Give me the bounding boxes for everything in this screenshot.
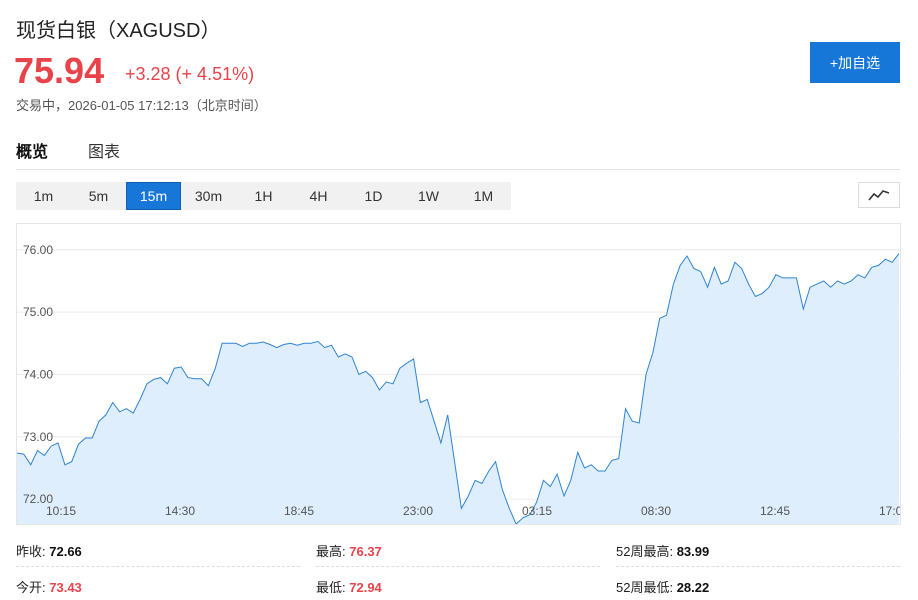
x-tick-label: 14:30	[165, 504, 195, 518]
timeframe-30m[interactable]: 30m	[181, 182, 236, 210]
timeframe-1d[interactable]: 1D	[346, 182, 401, 210]
stat-52wk-low: 52周最低: 28.22	[616, 580, 710, 595]
tab-overview[interactable]: 概览	[16, 138, 48, 162]
stat-52wk-high: 52周最高: 83.99	[616, 544, 710, 559]
stat-low: 最低: 72.94	[316, 580, 382, 595]
y-tick-label: 75.00	[23, 305, 53, 319]
stats-divider	[16, 566, 300, 567]
tab-chart[interactable]: 图表	[88, 138, 120, 162]
trade-status-time: 交易中，2026-01-05 17:12:13（北京时间）	[16, 98, 267, 113]
timeframe-selector: 1m 5m 15m 30m 1H 4H 1D 1W 1M	[16, 182, 511, 210]
line-chart-icon	[868, 190, 890, 201]
stat-prev-close: 昨收: 72.66	[16, 544, 82, 559]
current-price: 75.94	[14, 50, 105, 91]
timeframe-1w[interactable]: 1W	[401, 182, 456, 210]
y-tick-label: 73.00	[23, 430, 53, 444]
y-tick-label: 76.00	[23, 243, 53, 257]
chart-type-button[interactable]	[858, 182, 900, 208]
stat-high: 最高: 76.37	[316, 544, 382, 559]
x-tick-label: 08:30	[641, 504, 671, 518]
add-to-watchlist-button[interactable]: +加自选	[810, 42, 900, 83]
x-tick-label: 03:15	[522, 504, 552, 518]
page-title: 现货白银（XAGUSD）	[16, 20, 221, 42]
timeframe-5m[interactable]: 5m	[71, 182, 126, 210]
y-tick-label: 74.00	[23, 367, 53, 381]
timeframe-1m[interactable]: 1m	[16, 182, 71, 210]
timeframe-1h[interactable]: 1H	[236, 182, 291, 210]
stats-divider	[316, 566, 600, 567]
price-change: +3.28 (+ 4.51%)	[125, 64, 255, 84]
x-tick-label: 23:00	[403, 504, 433, 518]
stats-divider	[616, 566, 900, 567]
timeframe-4h[interactable]: 4H	[291, 182, 346, 210]
timeframe-1mo[interactable]: 1M	[456, 182, 511, 210]
price-chart: 76.00 75.00 74.00 73.00 72.00 10:15 14:30 18:4…	[16, 223, 909, 525]
tab-bar: 概览 图表	[16, 138, 120, 162]
x-tick-label: 12:45	[760, 504, 790, 518]
x-tick-label: 17:00	[879, 504, 900, 518]
x-tick-label: 18:45	[284, 504, 314, 518]
price-chart-svg: 76.0075.0074.0073.0072.00 10:15 14:30 18:4…	[16, 243, 909, 525]
stat-open: 今开: 73.43	[16, 580, 82, 595]
tab-divider	[16, 169, 900, 170]
x-tick-label: 10:15	[46, 504, 76, 518]
timeframe-15m[interactable]: 15m	[126, 182, 181, 210]
